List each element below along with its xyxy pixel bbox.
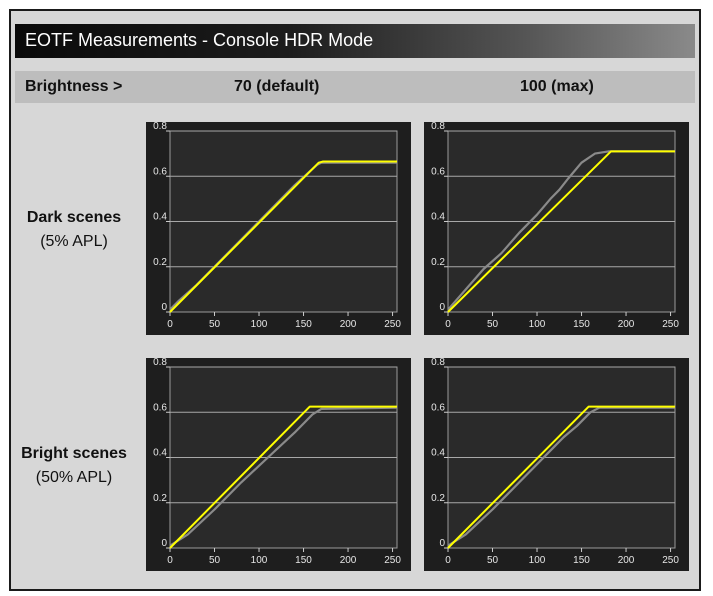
- chart-bright-max: 0 0.2 0.4 0.6 0.8 0 50 100 150 200 250: [424, 358, 689, 571]
- x-tick-label: 0: [445, 319, 451, 330]
- y-tick-label: 0.8: [431, 122, 445, 132]
- x-tick-label: 250: [384, 319, 401, 330]
- chart-bright-default: 0 0.2 0.4 0.6 0.8 0 50 100 150 200 250: [146, 358, 411, 571]
- y-tick-label: 0.8: [431, 358, 445, 368]
- row-subtitle-dark: (5% APL): [40, 233, 108, 250]
- x-tick-label: 100: [529, 555, 546, 566]
- x-tick-label: 50: [209, 555, 221, 566]
- brightness-label: Brightness >: [25, 78, 123, 95]
- y-tick-label: 0.6: [153, 402, 167, 413]
- x-tick-label: 100: [251, 555, 268, 566]
- x-tick-label: 200: [618, 555, 635, 566]
- x-tick-label: 200: [340, 555, 357, 566]
- x-tick-label: 0: [167, 319, 173, 330]
- y-tick-label: 0.6: [153, 166, 167, 177]
- y-tick-label: 0: [161, 302, 167, 313]
- x-tick-label: 150: [573, 319, 590, 330]
- x-tick-label: 50: [487, 319, 499, 330]
- x-tick-label: 0: [167, 555, 173, 566]
- y-tick-label: 0.8: [153, 122, 167, 132]
- row-subtitle-bright: (50% APL): [35, 469, 113, 486]
- y-tick-label: 0.4: [431, 212, 445, 223]
- header-row: Brightness > 70 (default) 100 (max): [15, 71, 695, 103]
- x-tick-label: 150: [573, 555, 590, 566]
- title-bar: EOTF Measurements - Console HDR Mode: [11, 11, 699, 63]
- x-tick-label: 50: [487, 555, 499, 566]
- page-title: EOTF Measurements - Console HDR Mode: [25, 30, 374, 50]
- x-tick-label: 50: [209, 319, 221, 330]
- x-tick-label: 250: [384, 555, 401, 566]
- y-tick-label: 0: [439, 538, 445, 549]
- x-tick-label: 250: [662, 319, 679, 330]
- x-tick-label: 150: [295, 555, 312, 566]
- column-header-default: 70 (default): [234, 78, 320, 95]
- y-tick-label: 0.8: [153, 358, 167, 368]
- y-tick-label: 0.4: [431, 448, 445, 459]
- row-label-bright: Bright scenes (50% APL): [9, 445, 139, 487]
- y-tick-label: 0: [439, 302, 445, 313]
- row-title-bright: Bright scenes: [21, 445, 127, 462]
- row-label-dark: Dark scenes (5% APL): [9, 209, 139, 251]
- title-bar-background: EOTF Measurements - Console HDR Mode: [15, 24, 695, 58]
- y-tick-label: 0: [161, 538, 167, 549]
- y-tick-label: 0.2: [153, 493, 167, 504]
- x-tick-label: 200: [340, 319, 357, 330]
- y-tick-label: 0.6: [431, 402, 445, 413]
- chart-dark-max: 0 0.2 0.4 0.6 0.8 0 50 100 150 200 250: [424, 122, 689, 335]
- y-tick-label: 0.4: [153, 448, 167, 459]
- x-tick-label: 100: [529, 319, 546, 330]
- x-tick-label: 0: [445, 555, 451, 566]
- row-title-dark: Dark scenes: [26, 209, 122, 226]
- x-tick-label: 250: [662, 555, 679, 566]
- chart-dark-default: 0 0.2 0.4 0.6 0.8 0 50 100 150 200 250: [146, 122, 411, 335]
- y-tick-label: 0.4: [153, 212, 167, 223]
- x-tick-label: 100: [251, 319, 268, 330]
- y-tick-label: 0.6: [431, 166, 445, 177]
- x-tick-label: 150: [295, 319, 312, 330]
- column-header-max: 100 (max): [520, 78, 594, 95]
- y-tick-label: 0.2: [153, 257, 167, 268]
- y-tick-label: 0.2: [431, 493, 445, 504]
- y-tick-label: 0.2: [431, 257, 445, 268]
- x-tick-label: 200: [618, 319, 635, 330]
